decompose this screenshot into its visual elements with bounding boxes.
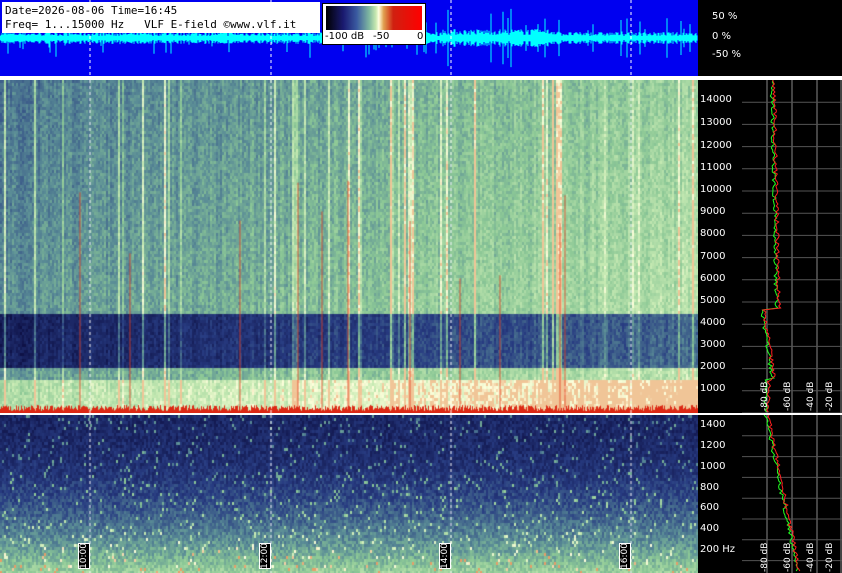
colorbar-label-mid: -50 xyxy=(373,31,390,42)
freq-tick-5000: 5000 xyxy=(700,295,726,306)
freq-tick-12000: 12000 xyxy=(700,140,732,151)
wave-scale-bottom: -50 % xyxy=(712,49,742,60)
freq-tick-9000: 9000 xyxy=(700,206,726,217)
freq-tick-4000: 4000 xyxy=(700,317,726,328)
freq-tick-3000: 3000 xyxy=(700,339,726,350)
colorbar-label-min: -100 dB xyxy=(325,31,365,42)
time-marker-1600: 16:00 xyxy=(619,543,631,569)
time-marker-1000: 10:00 xyxy=(78,543,90,569)
low-freq-tick-800: 800 xyxy=(700,482,720,493)
freq-tick-11000: 11000 xyxy=(700,162,732,173)
low-freq-tick-1200: 1200 xyxy=(700,440,726,451)
wave-scale-top: 50 % xyxy=(712,11,738,22)
main-spectrogram xyxy=(0,80,698,413)
low-spectrogram xyxy=(0,415,698,573)
freq-tick-7000: 7000 xyxy=(700,251,726,262)
freq-tick-1000: 1000 xyxy=(700,383,726,394)
colorbar-label-max: 0 xyxy=(417,31,424,42)
low-freq-tick-600: 600 xyxy=(700,502,720,513)
time-marker-1200: 12:00 xyxy=(259,543,271,569)
db-label-40-main: -40 dB xyxy=(806,381,816,411)
spectrum-profile-main xyxy=(742,80,842,413)
db-label-80-low: -80 dB xyxy=(760,542,770,572)
db-label-60-main: -60 dB xyxy=(783,381,793,411)
vlf-spectrogram-display: Date=2026-08-06 Time=16:45 Freq= 1...150… xyxy=(0,0,842,573)
freq-tick-8000: 8000 xyxy=(700,228,726,239)
date-time-text: Date=2026-08-06 Time=16:45 xyxy=(5,4,178,17)
colorbar-legend: -100 dB -50 0 xyxy=(322,3,426,45)
low-freq-tick-1400: 1400 xyxy=(700,419,726,430)
db-label-80-main: -80 dB xyxy=(760,381,770,411)
wave-scale-mid: 0 % xyxy=(712,31,732,42)
db-label-20-low: -20 dB xyxy=(825,542,835,572)
freq-info-text: Freq= 1...15000 Hz VLF E-field ©www.vlf.… xyxy=(5,18,297,31)
db-label-40-low: -40 dB xyxy=(806,542,816,572)
time-marker-1400: 14:00 xyxy=(439,543,451,569)
header-info-box: Date=2026-08-06 Time=16:45 Freq= 1...150… xyxy=(2,2,320,33)
low-freq-tick-200: 200 Hz xyxy=(700,544,736,555)
freq-tick-13000: 13000 xyxy=(700,117,732,128)
freq-tick-2000: 2000 xyxy=(700,361,726,372)
db-label-20-main: -20 dB xyxy=(825,381,835,411)
low-freq-tick-1000: 1000 xyxy=(700,461,726,472)
freq-tick-6000: 6000 xyxy=(700,273,726,284)
freq-tick-10000: 10000 xyxy=(700,184,732,195)
low-freq-tick-400: 400 xyxy=(700,523,720,534)
colorbar-gradient xyxy=(326,6,422,30)
freq-tick-14000: 14000 xyxy=(700,94,732,105)
db-label-60-low: -60 dB xyxy=(783,542,793,572)
